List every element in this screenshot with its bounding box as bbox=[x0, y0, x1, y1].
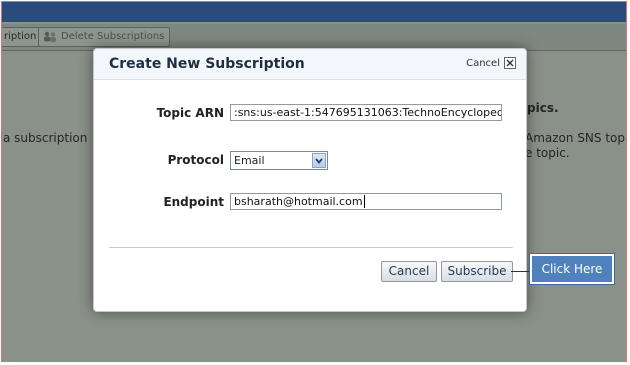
dialog-cancel-label: Cancel bbox=[466, 57, 500, 69]
background-text-right-1: Amazon SNS topic bbox=[525, 131, 627, 145]
users-icon bbox=[44, 31, 56, 42]
create-subscription-dialog: Create New Subscription Cancel Topic ARN… bbox=[93, 48, 527, 312]
delete-subscriptions-button[interactable]: Delete Subscriptions bbox=[38, 27, 171, 47]
cancel-button[interactable]: Cancel bbox=[381, 261, 437, 282]
text-cursor bbox=[363, 195, 365, 208]
subscribe-button[interactable]: Subscribe bbox=[441, 261, 513, 282]
create-subscription-button[interactable]: ription bbox=[2, 27, 43, 47]
background-heading: pics. bbox=[527, 101, 559, 115]
top-navigation-bar bbox=[2, 2, 626, 22]
screenshot-frame: ription Delete Subscriptions pics. a sub… bbox=[1, 1, 627, 362]
click-here-callout: Click Here bbox=[529, 253, 615, 285]
endpoint-field[interactable]: bsharath@hotmail.com bbox=[230, 193, 502, 210]
background-text-right-2: e topic. bbox=[525, 146, 570, 160]
close-icon[interactable] bbox=[504, 57, 516, 69]
dialog-title: Create New Subscription bbox=[109, 56, 305, 72]
protocol-label: Protocol bbox=[167, 153, 224, 167]
topic-arn-field[interactable]: :sns:us-east-1:547695131063:TechnoEncycl… bbox=[230, 104, 502, 121]
background-text-left: a subscription bbox=[3, 131, 88, 145]
toolbar: ription Delete Subscriptions bbox=[2, 24, 626, 51]
endpoint-label: Endpoint bbox=[163, 195, 224, 209]
protocol-select[interactable]: Email bbox=[230, 151, 328, 170]
endpoint-value: bsharath@hotmail.com bbox=[234, 195, 363, 208]
protocol-selected-value: Email bbox=[234, 154, 265, 167]
dialog-divider bbox=[109, 247, 513, 248]
topic-arn-label: Topic ARN bbox=[156, 106, 224, 120]
dialog-cancel-link[interactable]: Cancel bbox=[466, 57, 516, 69]
callout-pointer-line bbox=[511, 271, 531, 272]
dialog-header: Create New Subscription Cancel bbox=[94, 49, 526, 80]
chevron-down-icon[interactable] bbox=[312, 153, 326, 168]
delete-subscriptions-label: Delete Subscriptions bbox=[61, 31, 165, 42]
